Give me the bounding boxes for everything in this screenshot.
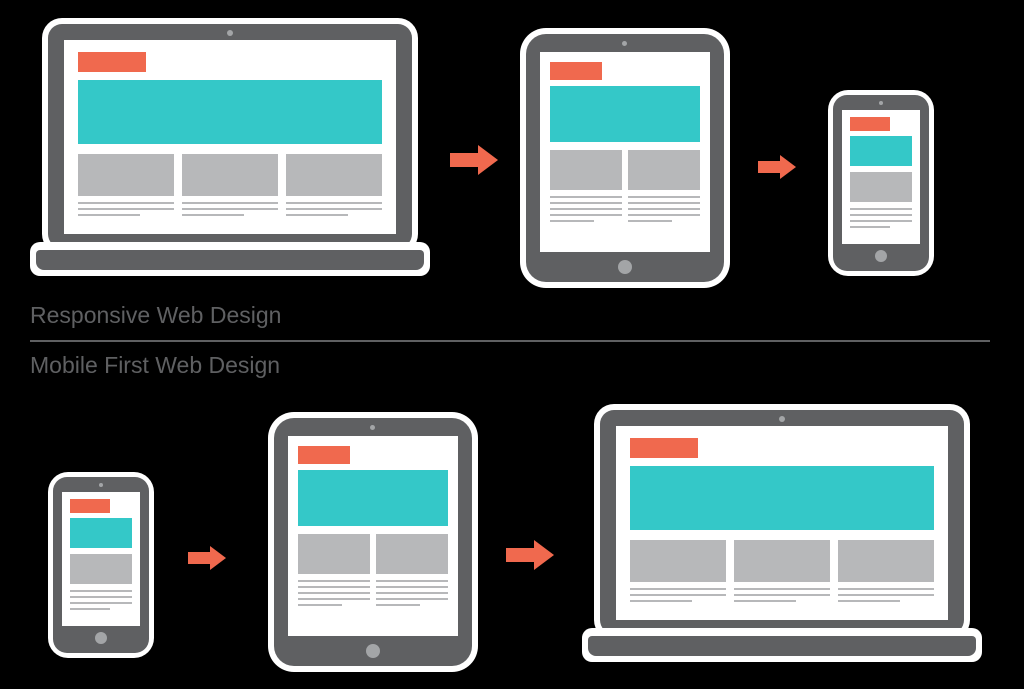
wf-col <box>298 534 370 574</box>
wf-col <box>286 154 382 196</box>
arrow-icon <box>188 546 226 570</box>
wf-hero <box>850 136 912 166</box>
wf-col <box>734 540 830 582</box>
wf-col <box>376 534 448 574</box>
phone-wireframe <box>62 492 140 626</box>
phone-device <box>48 472 154 658</box>
wf-hero <box>630 466 934 530</box>
wf-logo <box>70 499 110 513</box>
laptop-device <box>30 18 430 278</box>
tablet-device <box>520 28 730 288</box>
wf-hero <box>550 86 700 142</box>
diagram-canvas: Responsive Web Design Mobile First Web D… <box>0 0 1024 689</box>
wf-col <box>70 554 132 584</box>
wf-col <box>630 540 726 582</box>
wf-col <box>550 150 622 190</box>
phone-device <box>828 90 934 276</box>
tablet-wireframe <box>288 436 458 636</box>
arrow-icon <box>758 155 796 179</box>
laptop-wireframe <box>64 40 396 234</box>
wf-hero <box>70 518 132 548</box>
wf-col <box>628 150 700 190</box>
tablet-device <box>268 412 478 672</box>
wf-col <box>78 154 174 196</box>
wf-col <box>182 154 278 196</box>
tablet-wireframe <box>540 52 710 252</box>
laptop-device <box>582 404 982 664</box>
phone-wireframe <box>842 110 920 244</box>
responsive-label: Responsive Web Design <box>30 302 281 329</box>
wf-logo <box>550 62 602 80</box>
wf-logo <box>630 438 698 458</box>
wf-logo <box>78 52 146 72</box>
wf-col <box>850 172 912 202</box>
wf-col <box>838 540 934 582</box>
mobile-first-label: Mobile First Web Design <box>30 352 280 379</box>
divider <box>30 340 990 342</box>
arrow-icon <box>506 540 554 570</box>
wf-hero <box>78 80 382 144</box>
wf-logo <box>850 117 890 131</box>
wf-logo <box>298 446 350 464</box>
laptop-wireframe <box>616 426 948 620</box>
arrow-icon <box>450 145 498 175</box>
wf-hero <box>298 470 448 526</box>
